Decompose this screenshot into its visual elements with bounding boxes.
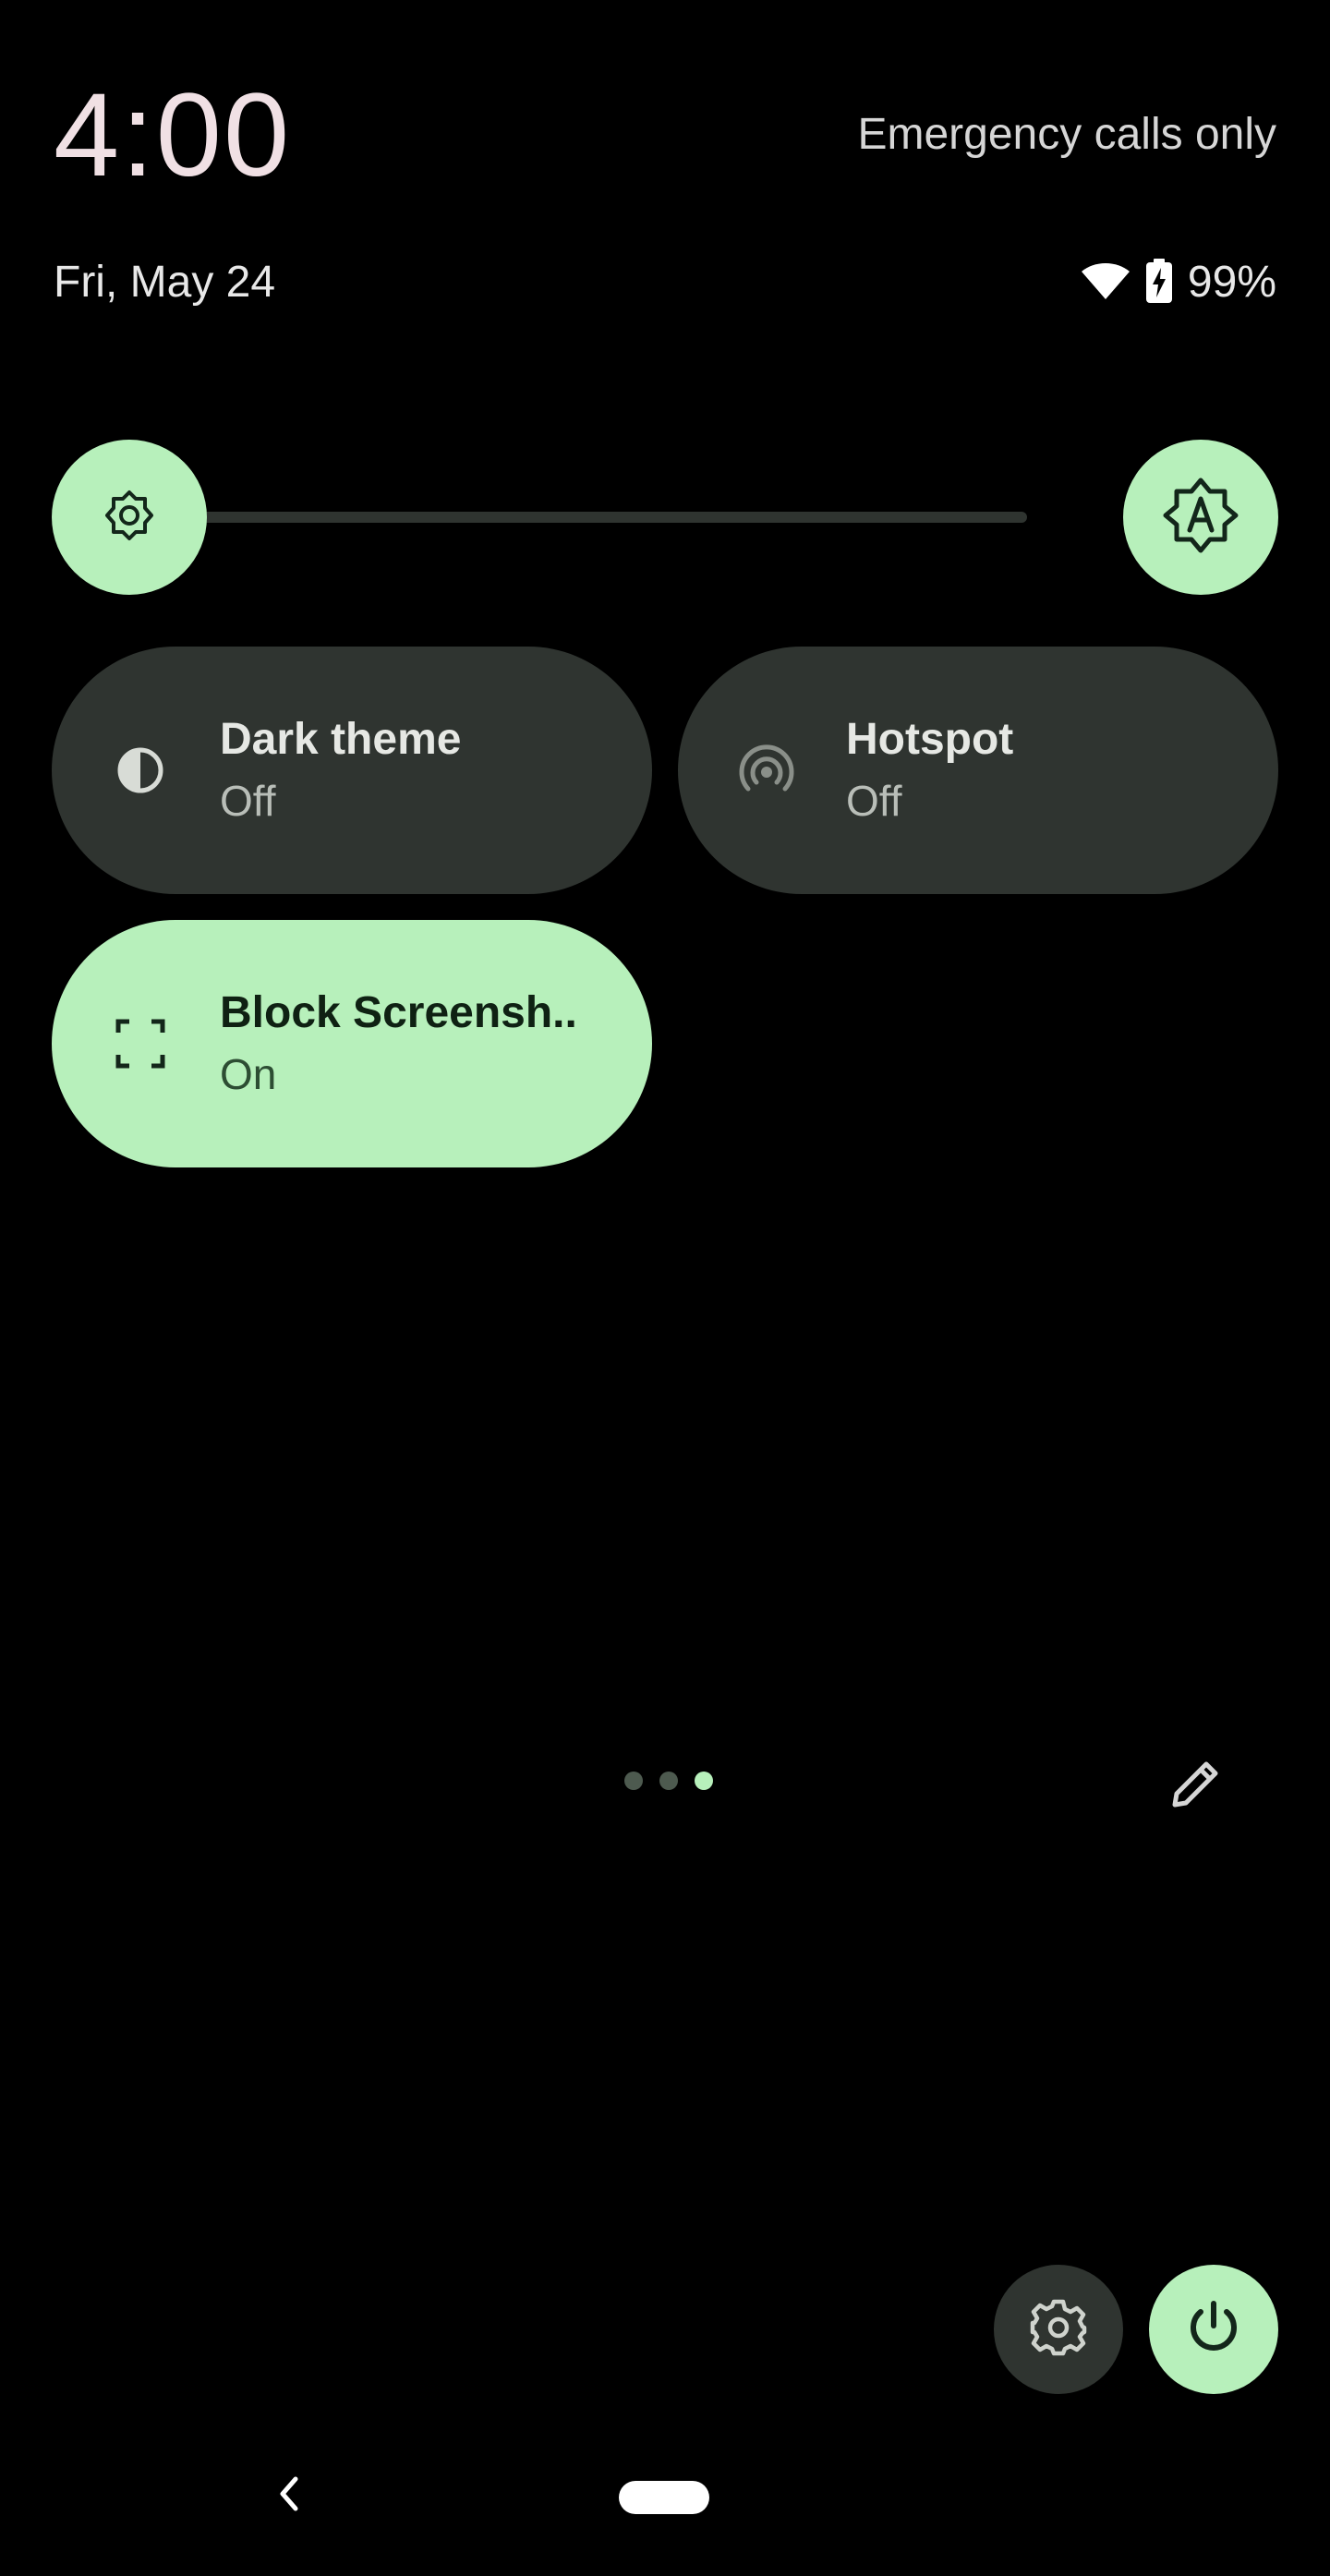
page-indicator bbox=[624, 1772, 713, 1790]
date[interactable]: Fri, May 24 bbox=[54, 257, 275, 308]
home-pill[interactable] bbox=[619, 2481, 709, 2514]
power-icon bbox=[1184, 2298, 1243, 2362]
page-dot bbox=[624, 1772, 643, 1790]
page-dot bbox=[659, 1772, 678, 1790]
clock[interactable]: 4:00 bbox=[54, 67, 291, 205]
tile-block-screenshots[interactable]: Block Screensh.. On bbox=[52, 920, 652, 1167]
settings-button[interactable] bbox=[994, 2265, 1123, 2394]
screenshot-frame-icon bbox=[111, 1014, 170, 1073]
brightness-icon bbox=[103, 489, 156, 547]
gear-icon bbox=[1029, 2298, 1088, 2362]
back-chevron-icon bbox=[275, 2473, 301, 2519]
auto-brightness-button[interactable] bbox=[1123, 440, 1278, 595]
auto-brightness-icon bbox=[1162, 477, 1239, 559]
carrier-status: Emergency calls only bbox=[857, 110, 1276, 159]
tile-state: On bbox=[220, 1050, 277, 1098]
page-dot-active bbox=[695, 1772, 713, 1790]
tile-hotspot[interactable]: Hotspot Off bbox=[678, 647, 1278, 894]
dark-theme-icon bbox=[111, 741, 170, 800]
pencil-icon bbox=[1167, 1757, 1223, 1817]
hotspot-icon bbox=[737, 741, 796, 800]
battery-percent: 99% bbox=[1187, 258, 1276, 307]
tile-state: Off bbox=[846, 777, 902, 825]
battery-charging-icon bbox=[1145, 258, 1173, 308]
tile-dark-theme[interactable]: Dark theme Off bbox=[52, 647, 652, 894]
edit-tiles-button[interactable] bbox=[1160, 1751, 1230, 1821]
brightness-slider-track[interactable] bbox=[129, 512, 1027, 523]
brightness-slider-thumb[interactable] bbox=[52, 440, 207, 595]
tile-title: Block Screensh.. bbox=[220, 988, 577, 1037]
status-icons: 99% bbox=[1081, 255, 1276, 310]
power-button[interactable] bbox=[1149, 2265, 1278, 2394]
tile-state: Off bbox=[220, 777, 276, 825]
wifi-icon bbox=[1081, 260, 1130, 306]
nav-back-button[interactable] bbox=[260, 2468, 316, 2523]
tile-title: Dark theme bbox=[220, 715, 462, 764]
tile-title: Hotspot bbox=[846, 715, 1014, 764]
